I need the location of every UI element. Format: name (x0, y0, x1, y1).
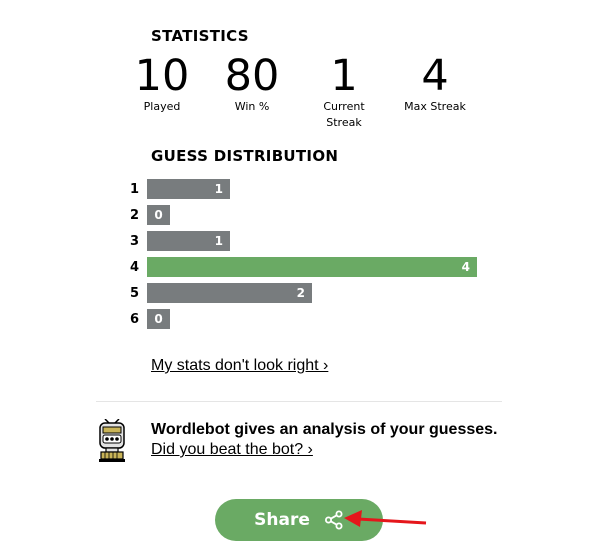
distribution-bar-count: 4 (461, 260, 470, 274)
distribution-bar-count: 0 (154, 312, 163, 326)
share-label: Share (254, 510, 310, 530)
divider (96, 401, 502, 402)
guess-distribution-heading: GUESS DISTRIBUTION (151, 147, 339, 165)
distribution-row: 5 2 (130, 282, 312, 304)
wordlebot-link[interactable]: Did you beat the bot? › (151, 441, 313, 459)
distribution-bar: 4 (147, 257, 477, 277)
distribution-row: 6 0 (130, 308, 170, 330)
stat-current-streak-value: 1 (330, 51, 358, 101)
stat-current-streak-label: Current Streak (323, 100, 365, 129)
wordlebot-title: Wordlebot gives an analysis of your gues… (151, 421, 498, 438)
red-arrow-icon (344, 510, 427, 527)
distribution-guess-number: 4 (130, 259, 140, 275)
distribution-row: 2 0 (130, 204, 170, 226)
stats-help-link[interactable]: My stats don't look right › (151, 357, 328, 375)
stat-win-percent: 80 Win % (207, 53, 297, 115)
distribution-bar: 2 (147, 283, 312, 303)
stat-played-value: 10 (134, 51, 190, 101)
distribution-row: 1 1 (130, 178, 230, 200)
distribution-bar-count: 1 (214, 182, 223, 196)
stats-modal: { "statistics": { "heading": "STATISTICS… (0, 0, 603, 560)
stat-max-streak-value: 4 (421, 51, 449, 101)
distribution-guess-number: 5 (130, 285, 140, 301)
distribution-bar: 0 (147, 309, 170, 329)
distribution-bar: 0 (147, 205, 170, 225)
statistics-heading: STATISTICS (151, 27, 249, 45)
stat-win-percent-value: 80 (224, 51, 280, 101)
stat-played-label: Played (143, 100, 181, 113)
distribution-bar-count: 2 (296, 286, 305, 300)
stat-win-percent-label: Win % (234, 100, 270, 113)
stat-max-streak-label: Max Streak (404, 100, 466, 113)
distribution-guess-number: 1 (130, 181, 140, 197)
distribution-bar-count: 1 (214, 234, 223, 248)
distribution-row: 3 1 (130, 230, 230, 252)
distribution-guess-number: 2 (130, 207, 140, 223)
distribution-bar: 1 (147, 179, 230, 199)
robot-icon (99, 419, 125, 462)
distribution-bar-count: 0 (154, 208, 163, 222)
distribution-row: 4 4 (130, 256, 477, 278)
stat-played: 10 Played (117, 53, 207, 115)
distribution-guess-number: 6 (130, 311, 140, 327)
distribution-guess-number: 3 (130, 233, 140, 249)
stat-current-streak: 1 Current Streak (299, 53, 389, 131)
stat-max-streak: 4 Max Streak (390, 53, 480, 115)
distribution-bar: 1 (147, 231, 230, 251)
